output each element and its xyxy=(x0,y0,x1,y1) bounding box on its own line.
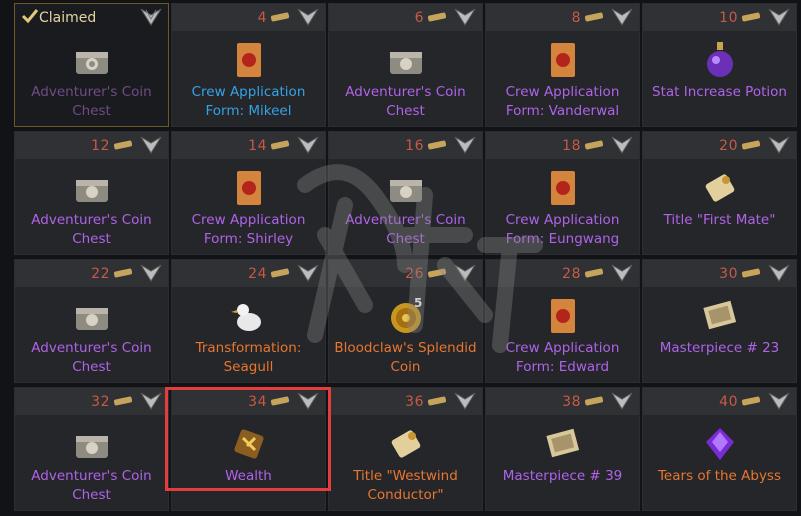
reward-number: 28 xyxy=(562,266,581,282)
telescope-icon xyxy=(584,396,604,406)
telescope-icon xyxy=(113,396,133,406)
reward-name: Title "Westwind Conductor" xyxy=(353,468,458,503)
coin-chest-icon xyxy=(389,52,422,74)
reward-name: Crew Application Form: Vanderwal xyxy=(505,84,620,119)
reward-name: Adventurer's Coin Chest xyxy=(31,468,152,503)
reward-number: 24 xyxy=(248,266,267,282)
masterpiece-icon xyxy=(702,300,736,330)
crew-application-icon xyxy=(236,43,261,77)
reward-number: 36 xyxy=(405,394,424,410)
emblem-icon xyxy=(297,8,319,26)
reward-cell-4[interactable]: 4 Crew Application Form: Mikeel xyxy=(171,3,326,127)
checkmark-icon xyxy=(21,9,39,24)
emblem-icon xyxy=(768,264,790,282)
crew-application-icon xyxy=(550,43,575,77)
reward-cell-22[interactable]: 22 Adventurer's Coin Chest xyxy=(14,259,169,383)
reward-number: 40 xyxy=(719,394,738,410)
reward-cell-30[interactable]: 30 Masterpiece # 23 xyxy=(642,259,797,383)
emblem-icon xyxy=(611,136,633,154)
emblem-icon xyxy=(611,264,633,282)
telescope-icon xyxy=(584,12,604,22)
coin-chest-icon xyxy=(75,180,108,202)
reward-cell-34[interactable]: 34 Wealth xyxy=(171,387,326,511)
reward-number: 20 xyxy=(719,138,738,154)
emblem-icon xyxy=(768,8,790,26)
reward-number: 8 xyxy=(571,10,581,26)
telescope-icon xyxy=(113,140,133,150)
emblem-icon xyxy=(611,392,633,410)
coin-chest-icon xyxy=(75,52,108,74)
emblem-icon xyxy=(454,8,476,26)
reward-name: Masterpiece # 23 xyxy=(659,340,780,356)
reward-name: Wealth xyxy=(225,468,272,484)
reward-cell-8[interactable]: 8 Crew Application Form: Vanderwal xyxy=(485,3,640,127)
reward-name: Tears of the Abyss xyxy=(657,468,782,484)
reward-name: Title "First Mate" xyxy=(663,212,776,228)
reward-cell-36[interactable]: 36 Title "Westwind Conductor" xyxy=(328,387,483,511)
reward-name: Crew Application Form: Mikeel xyxy=(191,84,306,119)
reward-number: 14 xyxy=(248,138,267,154)
reward-number: 30 xyxy=(719,266,738,282)
reward-number: 6 xyxy=(414,10,424,26)
reward-number: 4 xyxy=(257,10,267,26)
emblem-icon xyxy=(140,392,162,410)
telescope-icon xyxy=(270,396,290,406)
telescope-icon xyxy=(427,396,447,406)
crew-application-icon xyxy=(550,171,575,205)
title-scroll-icon xyxy=(391,430,420,458)
telescope-icon xyxy=(113,268,133,278)
emblem-icon xyxy=(140,8,162,26)
telescope-icon xyxy=(270,12,290,22)
telescope-icon xyxy=(584,140,604,150)
watermark-logo xyxy=(297,164,543,353)
reward-number: 38 xyxy=(562,394,581,410)
reward-cell-claimed[interactable]: Claimed Adventurer's Coin Chest xyxy=(14,3,169,127)
reward-cell-20[interactable]: 20 Title "First Mate" xyxy=(642,131,797,255)
reward-cell-40[interactable]: 40 Tears of the Abyss xyxy=(642,387,797,511)
emblem-icon xyxy=(297,392,319,410)
emblem-icon xyxy=(140,264,162,282)
reward-name: Adventurer's Coin Chest xyxy=(31,340,152,375)
claimed-label: Claimed xyxy=(39,10,97,26)
abyss-gem-icon xyxy=(705,428,734,460)
reward-number: 12 xyxy=(91,138,110,154)
reward-name: Adventurer's Coin Chest xyxy=(31,84,152,119)
telescope-icon xyxy=(741,268,761,278)
crew-application-icon xyxy=(550,299,575,333)
reward-cell-10[interactable]: 10 Stat Increase Potion xyxy=(642,3,797,127)
reward-cell-12[interactable]: 12 Adventurer's Coin Chest xyxy=(14,131,169,255)
potion-icon xyxy=(706,42,733,77)
telescope-icon xyxy=(584,268,604,278)
emblem-icon xyxy=(768,392,790,410)
emblem-icon xyxy=(768,136,790,154)
telescope-icon xyxy=(427,12,447,22)
reward-number: 32 xyxy=(91,394,110,410)
reward-name: Adventurer's Coin Chest xyxy=(345,84,466,119)
coin-chest-icon xyxy=(75,436,108,458)
reward-cell-6[interactable]: 6 Adventurer's Coin Chest xyxy=(328,3,483,127)
reward-number: 22 xyxy=(91,266,110,282)
reward-cell-38[interactable]: 38 Masterpiece # 39 xyxy=(485,387,640,511)
reward-name: Masterpiece # 39 xyxy=(502,468,623,484)
emblem-icon xyxy=(454,392,476,410)
reward-number: 10 xyxy=(719,10,738,26)
reward-cell-32[interactable]: 32 Adventurer's Coin Chest xyxy=(14,387,169,511)
telescope-icon xyxy=(741,396,761,406)
coin-chest-icon xyxy=(75,308,108,330)
reward-name: Adventurer's Coin Chest xyxy=(31,212,152,247)
seagull-icon xyxy=(230,304,261,331)
reward-number: 18 xyxy=(562,138,581,154)
crew-application-icon xyxy=(236,171,261,205)
emblem-icon xyxy=(140,136,162,154)
telescope-icon xyxy=(741,140,761,150)
emblem-icon xyxy=(611,8,633,26)
reward-number: 34 xyxy=(248,394,267,410)
masterpiece-icon xyxy=(545,428,579,458)
wealth-rune-icon xyxy=(233,429,264,459)
title-scroll-icon xyxy=(705,174,734,202)
reward-name: Stat Increase Potion xyxy=(652,84,787,100)
telescope-icon xyxy=(741,12,761,22)
